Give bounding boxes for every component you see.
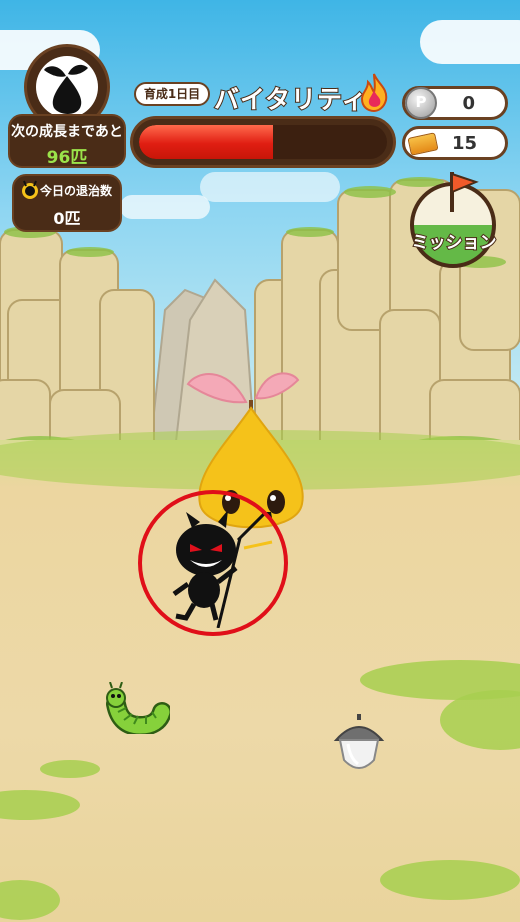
flag-icon xyxy=(450,172,479,212)
vitality-bar xyxy=(130,116,396,168)
growth-panel: 次の成長まであと 96匹 xyxy=(8,44,126,168)
coin-value: 0 xyxy=(462,93,475,114)
flame-icon xyxy=(360,73,388,112)
grass-patch xyxy=(380,860,520,900)
sprout-silhouette-icon xyxy=(44,64,88,114)
vitality-track xyxy=(139,125,387,159)
ticket-counter[interactable]: 15 xyxy=(402,126,508,160)
coin-counter[interactable]: P 0 xyxy=(402,86,508,120)
vitality-title: バイタリティ xyxy=(213,84,368,115)
cloud xyxy=(420,20,520,64)
grass-patch xyxy=(0,880,60,920)
daily-defeat-counter: 今日の退治数 0匹 xyxy=(12,174,122,232)
grass-patch xyxy=(0,790,80,820)
ticket-icon xyxy=(407,132,439,156)
ticket-value: 15 xyxy=(451,133,477,154)
defeat-value: 0匹 xyxy=(53,209,81,228)
mission-label: ミッション xyxy=(411,232,498,254)
target-highlight-ring xyxy=(138,490,288,636)
mission-button[interactable]: ミッション xyxy=(406,168,502,272)
defeat-bug-icon xyxy=(22,180,38,199)
growth-value: 96匹 xyxy=(46,148,88,168)
grass-patch xyxy=(40,760,100,778)
green-caterpillar[interactable] xyxy=(106,682,170,734)
growth-avatar-inner xyxy=(36,56,98,118)
acorn-item[interactable] xyxy=(328,714,390,776)
vitality-fill xyxy=(139,125,273,159)
growth-counter: 次の成長まであと 96匹 xyxy=(8,114,126,168)
growth-label: 次の成長まであと xyxy=(11,124,123,140)
coin-icon: P xyxy=(405,87,437,119)
day-tag: 育成1日目 xyxy=(134,82,210,106)
